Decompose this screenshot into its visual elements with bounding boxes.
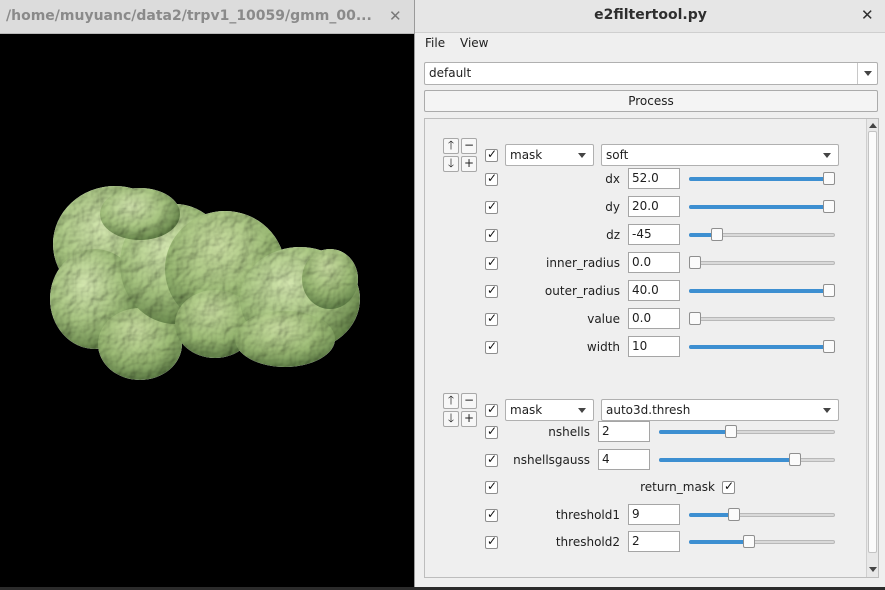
move-up-button[interactable]: 🡑 <box>443 393 459 409</box>
param-slider[interactable] <box>688 256 835 270</box>
return-mask-checkbox[interactable] <box>722 479 735 494</box>
filter-type-select[interactable]: mask <box>505 144 594 166</box>
param-value-input[interactable]: 2 <box>598 421 650 442</box>
param-label: width <box>586 340 620 354</box>
scroll-up-icon[interactable] <box>868 121 878 129</box>
param-label: dz <box>606 228 620 242</box>
filter-list: 🡑−🡓+masksoftdx52.0dy20.0dz-45inner_radiu… <box>424 118 879 578</box>
param-slider[interactable] <box>689 200 836 214</box>
param-label: threshold1 <box>555 507 620 522</box>
param-label: threshold2 <box>555 535 620 549</box>
menubar: File View <box>415 33 885 55</box>
slider-handle[interactable] <box>710 228 723 241</box>
preset-select[interactable]: default <box>424 62 878 85</box>
param-value-input[interactable]: 4 <box>598 448 650 470</box>
filter-name-value: soft <box>606 148 629 162</box>
add-filter-button[interactable]: + <box>461 156 477 172</box>
tool-close-icon[interactable]: ✕ <box>861 6 874 24</box>
param-label: value <box>587 312 620 326</box>
param-value-input[interactable]: 20.0 <box>628 196 680 217</box>
slider-handle[interactable] <box>823 340 836 353</box>
param-slider[interactable] <box>689 284 836 298</box>
slider-handle[interactable] <box>688 256 701 269</box>
filter-name-select[interactable]: soft <box>601 144 839 166</box>
param-label: dx <box>605 172 620 186</box>
param-label: dy <box>605 200 620 214</box>
slider-handle[interactable] <box>725 425 738 438</box>
menu-view[interactable]: View <box>460 36 488 50</box>
param-value-input[interactable]: 2 <box>628 531 680 552</box>
param-label: inner_radius <box>546 256 620 270</box>
slider-handle[interactable] <box>823 200 836 213</box>
filter-enable-checkbox[interactable] <box>485 147 498 162</box>
param-value-input[interactable]: 9 <box>628 503 680 525</box>
param-slider[interactable] <box>659 425 835 439</box>
blob-shape <box>50 186 360 380</box>
param-slider[interactable] <box>689 535 835 549</box>
param-value-input[interactable]: 0.0 <box>628 252 680 273</box>
remove-filter-button[interactable]: − <box>461 138 477 154</box>
slider-handle[interactable] <box>788 452 801 466</box>
process-button[interactable]: Process <box>424 90 878 112</box>
viewer-title: /home/muyuanc/data2/trpv1_10059/gmm_00..… <box>6 8 372 24</box>
isosurface-render <box>50 186 360 380</box>
chevron-down-icon[interactable] <box>577 400 587 420</box>
filter-name-value: auto3d.thresh <box>606 403 691 417</box>
slider-handle[interactable] <box>742 535 755 548</box>
preset-value: default <box>429 66 472 80</box>
menu-file[interactable]: File <box>425 36 445 50</box>
param-slider[interactable] <box>689 507 835 522</box>
filter-name-select[interactable]: auto3d.thresh <box>601 399 839 421</box>
param-slider[interactable] <box>689 340 836 354</box>
param-slider[interactable] <box>689 228 835 242</box>
filter-type-value: mask <box>510 403 543 417</box>
param-value-input[interactable]: 52.0 <box>628 168 680 189</box>
viewer-close-icon[interactable]: ✕ <box>389 7 403 25</box>
viewer-window: /home/muyuanc/data2/trpv1_10059/gmm_00..… <box>0 0 415 587</box>
param-slider[interactable] <box>659 452 835 467</box>
filter-tool-window: e2filtertool.py ✕ File View default Proc… <box>414 0 885 587</box>
param-value-input[interactable]: -45 <box>628 224 680 245</box>
param-label: return_mask <box>640 480 715 494</box>
param-slider[interactable] <box>688 312 835 326</box>
chevron-down-icon[interactable] <box>857 63 877 84</box>
param-label: nshellsgauss <box>513 452 590 467</box>
param-label: nshells <box>548 425 590 439</box>
filter-enable-checkbox[interactable] <box>485 402 498 417</box>
scrollbar-thumb[interactable] <box>868 131 877 553</box>
remove-filter-button[interactable]: − <box>461 393 477 409</box>
param-value-input[interactable]: 40.0 <box>628 280 680 301</box>
slider-handle[interactable] <box>823 284 836 297</box>
chevron-down-icon[interactable] <box>822 400 832 420</box>
param-slider[interactable] <box>689 172 836 186</box>
slider-handle[interactable] <box>688 312 701 325</box>
viewer-titlebar[interactable]: /home/muyuanc/data2/trpv1_10059/gmm_00..… <box>0 0 415 34</box>
slider-handle[interactable] <box>823 172 836 185</box>
param-enable-checkbox[interactable] <box>485 479 498 494</box>
param-label: outer_radius <box>544 284 620 298</box>
filter-type-select[interactable]: mask <box>505 399 594 421</box>
chevron-down-icon[interactable] <box>822 145 832 165</box>
chevron-down-icon[interactable] <box>577 145 587 165</box>
slider-handle[interactable] <box>728 507 741 521</box>
3d-viewport[interactable] <box>0 34 415 587</box>
scroll-down-icon[interactable] <box>868 565 878 573</box>
filter-type-value: mask <box>510 148 543 162</box>
param-value-input[interactable]: 0.0 <box>628 308 680 329</box>
tool-titlebar[interactable]: e2filtertool.py ✕ <box>415 0 885 33</box>
scrollbar[interactable] <box>866 119 878 577</box>
move-up-button[interactable]: 🡑 <box>443 138 459 154</box>
tool-title: e2filtertool.py <box>594 7 707 23</box>
param-value-input[interactable]: 10 <box>628 336 680 357</box>
move-down-button[interactable]: 🡓 <box>443 156 459 172</box>
